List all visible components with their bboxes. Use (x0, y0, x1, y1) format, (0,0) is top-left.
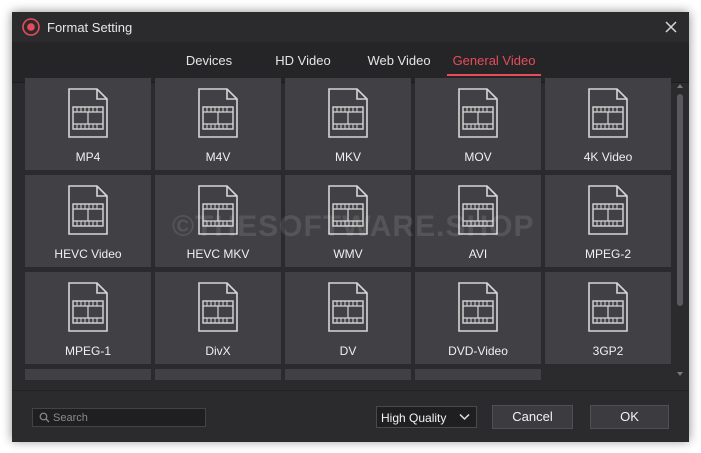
format-tile-dvd-video[interactable]: DVD-Video (415, 272, 541, 364)
scroll-down-icon[interactable] (676, 370, 684, 378)
chevron-down-icon (459, 413, 470, 421)
video-file-icon (68, 185, 108, 235)
format-tile-mov[interactable]: MOV (415, 78, 541, 170)
tab-general-video[interactable]: General Video (447, 48, 541, 76)
format-label: DivX (205, 344, 231, 358)
format-setting-dialog: Format Setting Devices HD Video Web Vide… (12, 12, 689, 442)
tab-devices[interactable]: Devices (180, 48, 238, 74)
format-tile-mp4[interactable]: MP4 (25, 78, 151, 170)
format-tile-dv[interactable]: DV (285, 272, 411, 364)
quality-select[interactable]: High Quality (376, 406, 477, 428)
format-grid: MP4 M4V MKV MOV 4K Video HEVC Video HEVC MKV WM… (25, 78, 675, 380)
format-label: MPEG-1 (64, 344, 111, 358)
search-icon (39, 412, 50, 423)
video-file-icon (68, 282, 108, 332)
format-tile[interactable] (285, 369, 411, 380)
video-file-icon (458, 185, 498, 235)
format-tile-mpeg-1[interactable]: MPEG-1 (25, 272, 151, 364)
video-file-icon (328, 185, 368, 235)
video-file-icon (68, 88, 108, 138)
format-label: HEVC Video (54, 247, 122, 261)
tab-hd-video[interactable]: HD Video (272, 48, 334, 74)
video-file-icon (328, 282, 368, 332)
format-label: WMV (333, 247, 363, 261)
format-tile[interactable] (25, 369, 151, 380)
tab-web-video[interactable]: Web Video (362, 48, 436, 74)
search-box[interactable] (32, 408, 206, 427)
video-file-icon (588, 88, 628, 138)
format-label: HEVC MKV (186, 247, 250, 261)
video-file-icon (588, 282, 628, 332)
scroll-thumb[interactable] (677, 94, 683, 306)
ok-button[interactable]: OK (590, 405, 669, 429)
format-tile-hevc-video[interactable]: HEVC Video (25, 175, 151, 267)
title-bar: Format Setting (12, 12, 689, 42)
cancel-button[interactable]: Cancel (492, 405, 573, 429)
format-tile-mkv[interactable]: MKV (285, 78, 411, 170)
format-tile[interactable] (155, 369, 281, 380)
format-tile-hevc-mkv[interactable]: HEVC MKV (155, 175, 281, 267)
record-icon (22, 18, 40, 36)
format-label: DV (339, 344, 357, 358)
format-label: 4K Video (583, 150, 633, 164)
video-file-icon (588, 185, 628, 235)
format-label: MP4 (75, 150, 101, 164)
format-tile-m4v[interactable]: M4V (155, 78, 281, 170)
format-tile-wmv[interactable]: WMV (285, 175, 411, 267)
scrollbar[interactable] (676, 82, 684, 380)
video-file-icon (458, 88, 498, 138)
format-label: AVI (468, 247, 488, 261)
format-label: MOV (464, 150, 492, 164)
format-label: MKV (334, 150, 361, 164)
format-tile-divx[interactable]: DivX (155, 272, 281, 364)
format-label: 3GP2 (592, 344, 624, 358)
format-tabs: Devices HD Video Web Video General Video (12, 42, 689, 83)
format-tile-3gp2[interactable]: 3GP2 (545, 272, 671, 364)
format-label: M4V (205, 150, 231, 164)
video-file-icon (458, 282, 498, 332)
quality-selected-value: High Quality (381, 411, 447, 425)
format-tile-avi[interactable]: AVI (415, 175, 541, 267)
format-label: MPEG-2 (584, 247, 631, 261)
window-title: Format Setting (47, 20, 133, 35)
format-tile-4k-video[interactable]: 4K Video (545, 78, 671, 170)
close-icon[interactable] (661, 17, 681, 37)
video-file-icon (198, 88, 238, 138)
format-tile[interactable] (415, 369, 541, 380)
dialog-footer: High Quality Cancel OK (12, 390, 689, 442)
video-file-icon (198, 282, 238, 332)
search-input[interactable] (53, 410, 201, 425)
video-file-icon (328, 88, 368, 138)
format-label: DVD-Video (448, 344, 508, 358)
video-file-icon (198, 185, 238, 235)
scroll-up-icon[interactable] (676, 82, 684, 90)
format-tile-mpeg-2[interactable]: MPEG-2 (545, 175, 671, 267)
